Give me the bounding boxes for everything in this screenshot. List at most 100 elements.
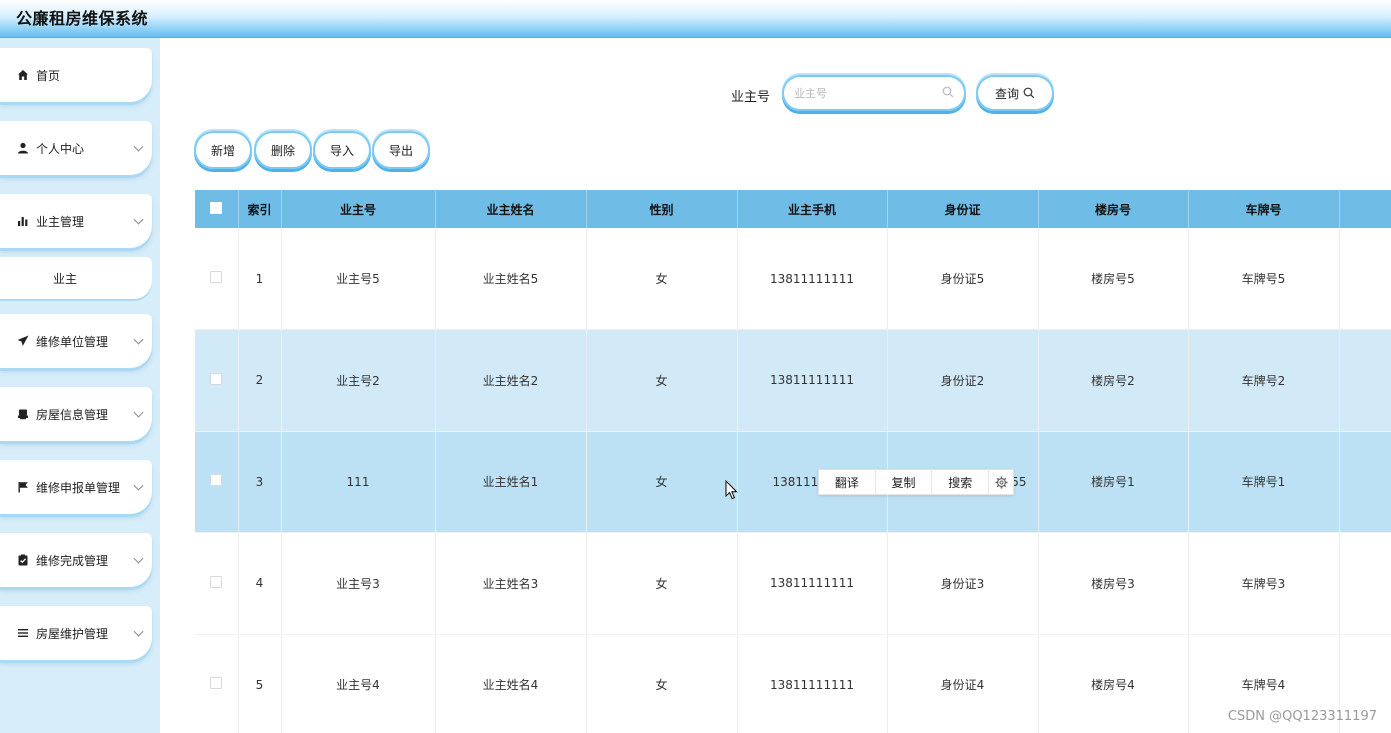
cell-building: 楼房号2 bbox=[1038, 329, 1189, 432]
cell-phone: 13811111111 bbox=[737, 228, 888, 330]
watermark: CSDN @QQ123311197 bbox=[1227, 709, 1377, 724]
cell-owner-name: 业主姓名3 bbox=[435, 532, 587, 635]
table-row[interactable]: 3 111 业主姓名1 女 138111 55 楼房号1 车牌号1 bbox=[195, 431, 1391, 533]
flag-icon bbox=[15, 480, 31, 494]
printer-icon bbox=[15, 407, 31, 421]
cell-plate: 车牌号2 bbox=[1188, 329, 1340, 432]
app-header: 公廉租房维保系统 bbox=[0, 0, 1391, 38]
clipboard-icon bbox=[15, 553, 31, 567]
add-button[interactable]: 新增 bbox=[194, 131, 252, 169]
sidebar: 首页 个人中心 业主管理 业主 维修单位管理 房屋信息管理 维修申报单管理 维修… bbox=[0, 38, 160, 733]
cell-index: 1 bbox=[238, 228, 282, 330]
gear-icon[interactable] bbox=[989, 470, 1013, 494]
sidebar-item-house-maintenance-management[interactable]: 房屋维护管理 bbox=[0, 606, 152, 660]
column-header-extra bbox=[1339, 190, 1391, 228]
cell-owner-name: 业主姓名2 bbox=[435, 329, 587, 432]
owner-table: 索引 业主号 业主姓名 性别 业主手机 身份证 楼房号 车牌号 1 业主号5 业… bbox=[195, 190, 1391, 733]
column-header: 索引 bbox=[238, 190, 282, 228]
column-header: 性别 bbox=[586, 190, 738, 228]
sidebar-item-label: 维修申报单管理 bbox=[36, 480, 121, 495]
table-row[interactable]: 2 业主号2 业主姓名2 女 13811111111 身份证2 楼房号2 车牌号… bbox=[195, 329, 1391, 432]
row-checkbox[interactable] bbox=[210, 271, 223, 283]
export-button[interactable]: 导出 bbox=[372, 131, 430, 169]
column-header: 业主手机 bbox=[737, 190, 888, 228]
sidebar-subitem-owner[interactable]: 业主 bbox=[0, 257, 152, 299]
select-all-checkbox[interactable] bbox=[210, 201, 223, 214]
row-select[interactable] bbox=[195, 431, 239, 533]
list-icon bbox=[15, 626, 31, 640]
cell-plate: 车牌号5 bbox=[1188, 228, 1340, 330]
cell-plate: 车牌号1 bbox=[1188, 431, 1340, 533]
home-icon bbox=[15, 68, 31, 82]
row-checkbox[interactable] bbox=[210, 372, 223, 385]
table-row[interactable]: 5 业主号4 业主姓名4 女 13811111111 身份证4 楼房号4 车牌号… bbox=[195, 634, 1391, 733]
row-checkbox[interactable] bbox=[210, 474, 223, 487]
import-button[interactable]: 导入 bbox=[313, 131, 371, 169]
cell-building: 楼房号3 bbox=[1038, 532, 1189, 635]
cell-extra bbox=[1339, 532, 1391, 635]
cell-index: 3 bbox=[238, 431, 282, 533]
cell-plate: 车牌号3 bbox=[1188, 532, 1340, 635]
cell-id-card: 身份证5 bbox=[887, 228, 1039, 330]
row-select[interactable] bbox=[195, 532, 239, 635]
search-label: 业主号 bbox=[731, 90, 771, 105]
sidebar-item-owner-management[interactable]: 业主管理 bbox=[0, 194, 152, 248]
sidebar-item-repair-request-management[interactable]: 维修申报单管理 bbox=[0, 460, 152, 514]
translate-button[interactable]: 翻译 bbox=[819, 470, 876, 494]
row-select[interactable] bbox=[195, 329, 239, 432]
sidebar-item-label: 维修单位管理 bbox=[36, 334, 109, 349]
sidebar-item-repair-unit-management[interactable]: 维修单位管理 bbox=[0, 314, 152, 368]
cell-owner-name: 业主姓名1 bbox=[435, 431, 587, 533]
cell-owner-no: 111 bbox=[281, 431, 436, 533]
cell-owner-no: 业主号5 bbox=[281, 228, 436, 330]
cell-owner-name: 业主姓名5 bbox=[435, 228, 587, 330]
table-row[interactable]: 1 业主号5 业主姓名5 女 13811111111 身份证5 楼房号5 车牌号… bbox=[195, 228, 1391, 330]
cell-gender: 女 bbox=[586, 329, 738, 432]
search-box[interactable] bbox=[782, 75, 966, 111]
cell-phone: 13811111111 bbox=[737, 329, 888, 432]
delete-button[interactable]: 删除 bbox=[254, 131, 312, 169]
send-icon bbox=[15, 334, 31, 348]
row-select[interactable] bbox=[195, 634, 239, 733]
web-search-button[interactable]: 搜索 bbox=[932, 470, 990, 494]
chevron-down-icon bbox=[133, 407, 144, 418]
query-button[interactable]: 查询 bbox=[976, 75, 1054, 111]
chevron-down-icon bbox=[133, 214, 144, 225]
sidebar-item-house-info-management[interactable]: 房屋信息管理 bbox=[0, 387, 152, 441]
owner-no-search-input[interactable] bbox=[794, 83, 934, 103]
sidebar-item-home[interactable]: 首页 bbox=[0, 48, 152, 102]
cell-id-card: 身份证3 bbox=[887, 532, 1039, 635]
chevron-down-icon bbox=[133, 480, 144, 491]
chevron-down-icon bbox=[133, 626, 144, 637]
table-row[interactable]: 4 业主号3 业主姓名3 女 13811111111 身份证3 楼房号3 车牌号… bbox=[195, 532, 1391, 635]
header-select-all[interactable] bbox=[195, 190, 239, 228]
sidebar-item-label: 首页 bbox=[36, 68, 61, 83]
sidebar-item-repair-complete-management[interactable]: 维修完成管理 bbox=[0, 533, 152, 587]
cell-extra bbox=[1339, 228, 1391, 330]
cell-gender: 女 bbox=[586, 532, 738, 635]
copy-button[interactable]: 复制 bbox=[876, 470, 933, 494]
cell-id-card: 身份证2 bbox=[887, 329, 1039, 432]
cell-phone: 13811111111 bbox=[737, 532, 888, 635]
row-select[interactable] bbox=[195, 228, 239, 330]
search-icon bbox=[942, 86, 954, 98]
app-title: 公廉租房维保系统 bbox=[16, 9, 149, 28]
cell-building: 楼房号1 bbox=[1038, 431, 1189, 533]
sidebar-item-personal-center[interactable]: 个人中心 bbox=[0, 121, 152, 175]
sidebar-item-label: 业主管理 bbox=[36, 214, 85, 229]
cell-index: 4 bbox=[238, 532, 282, 635]
cell-extra bbox=[1339, 431, 1391, 533]
row-checkbox[interactable] bbox=[210, 677, 223, 690]
column-header: 业主号 bbox=[281, 190, 436, 228]
chevron-down-icon bbox=[133, 334, 144, 345]
chevron-down-icon bbox=[133, 141, 144, 152]
cell-gender: 女 bbox=[586, 634, 738, 733]
main-content: 业主号 查询 新增 删除 导入 导出 索引 业主号 bbox=[160, 38, 1391, 733]
user-icon bbox=[15, 141, 31, 155]
query-button-label: 查询 bbox=[994, 86, 1019, 101]
search-icon bbox=[1023, 87, 1035, 99]
cell-extra bbox=[1339, 329, 1391, 432]
row-checkbox[interactable] bbox=[210, 575, 223, 588]
sidebar-item-label: 房屋维护管理 bbox=[36, 626, 109, 641]
mouse-cursor-icon bbox=[725, 480, 738, 500]
